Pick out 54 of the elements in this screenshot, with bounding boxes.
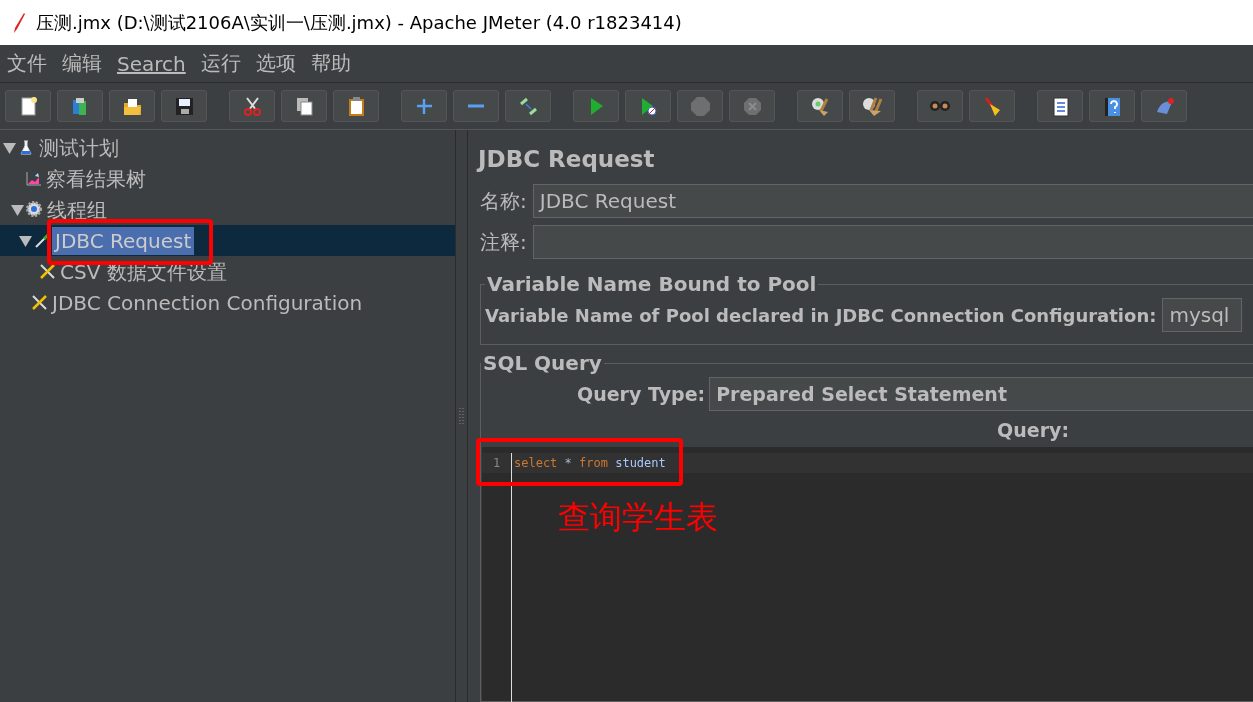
menu-item[interactable]: 文件 (7, 50, 47, 77)
menu-item[interactable]: 帮助 (310, 50, 351, 77)
tree-item[interactable]: JDBC Request (52, 226, 195, 255)
toolbar-button[interactable] (1089, 90, 1135, 122)
splitter-grip-icon (458, 406, 465, 426)
query-label: Query: (997, 419, 1069, 441)
group-title: SQL Query (482, 351, 603, 375)
shutdown-icon (741, 95, 763, 117)
minus-icon (468, 104, 484, 108)
feather-icon (12, 11, 26, 34)
code-line: select * from student (513, 455, 666, 472)
menu-item[interactable]: Search (117, 51, 186, 76)
menu-item[interactable]: 编辑 (62, 50, 102, 77)
comments-field[interactable] (532, 225, 1253, 259)
expand-arrow-icon[interactable] (19, 234, 32, 247)
name-label: 名称: (479, 187, 527, 215)
pool-name-field[interactable]: mysql (1162, 298, 1243, 332)
query-type-label: Query Type: (577, 383, 706, 405)
gear-icon (26, 201, 42, 218)
toggle-icon (517, 95, 539, 117)
toolbar-button[interactable] (333, 90, 379, 122)
scissors-icon (241, 95, 263, 117)
toolbar-button[interactable] (797, 90, 843, 122)
tree-item[interactable]: 察看结果树 (43, 164, 149, 193)
toolbar-button[interactable] (1037, 90, 1083, 122)
toolbar-button[interactable] (5, 90, 51, 122)
pool-label: Variable Name of Pool declared in JDBC Connection Configuration: (485, 304, 1157, 326)
chart-icon (25, 170, 41, 187)
query-type-dropdown[interactable]: Prepared Select Statement (709, 377, 1253, 411)
tools-icon (31, 294, 47, 311)
expand-arrow-icon[interactable] (11, 203, 24, 216)
name-field[interactable]: JDBC Request (532, 184, 1253, 218)
toolbar-button[interactable] (849, 90, 895, 122)
flask-icon (18, 139, 34, 156)
line-number: 1 (482, 453, 512, 702)
tree-item[interactable]: JDBC Connection Configuration (49, 288, 366, 317)
window-title: 压测.jmx (D:\测试2106A\实训一\压测.jmx) - Apache JMeter (4.0 r1823414) (36, 10, 682, 35)
binoculars-icon (930, 100, 950, 112)
tree-item[interactable]: 线程组 (44, 195, 110, 224)
toolbar-button[interactable] (281, 90, 327, 122)
stop-icon (689, 95, 711, 117)
dropper-icon (34, 232, 50, 249)
tree-item[interactable]: 测试计划 (36, 133, 122, 162)
tools-icon (39, 263, 55, 280)
group-title: Variable Name Bound to Pool (486, 272, 818, 296)
expand-arrow-icon[interactable] (3, 141, 16, 154)
toolbar-button[interactable] (109, 90, 155, 122)
save-icon (173, 95, 195, 117)
menu-item[interactable]: 选项 (255, 50, 296, 77)
panel-title: JDBC Request (478, 146, 656, 174)
toolbar-button[interactable] (161, 90, 207, 122)
annotation-text: 查询学生表 (558, 497, 718, 538)
menu-item[interactable]: 运行 (200, 50, 241, 77)
comments-label: 注释: (479, 228, 527, 256)
